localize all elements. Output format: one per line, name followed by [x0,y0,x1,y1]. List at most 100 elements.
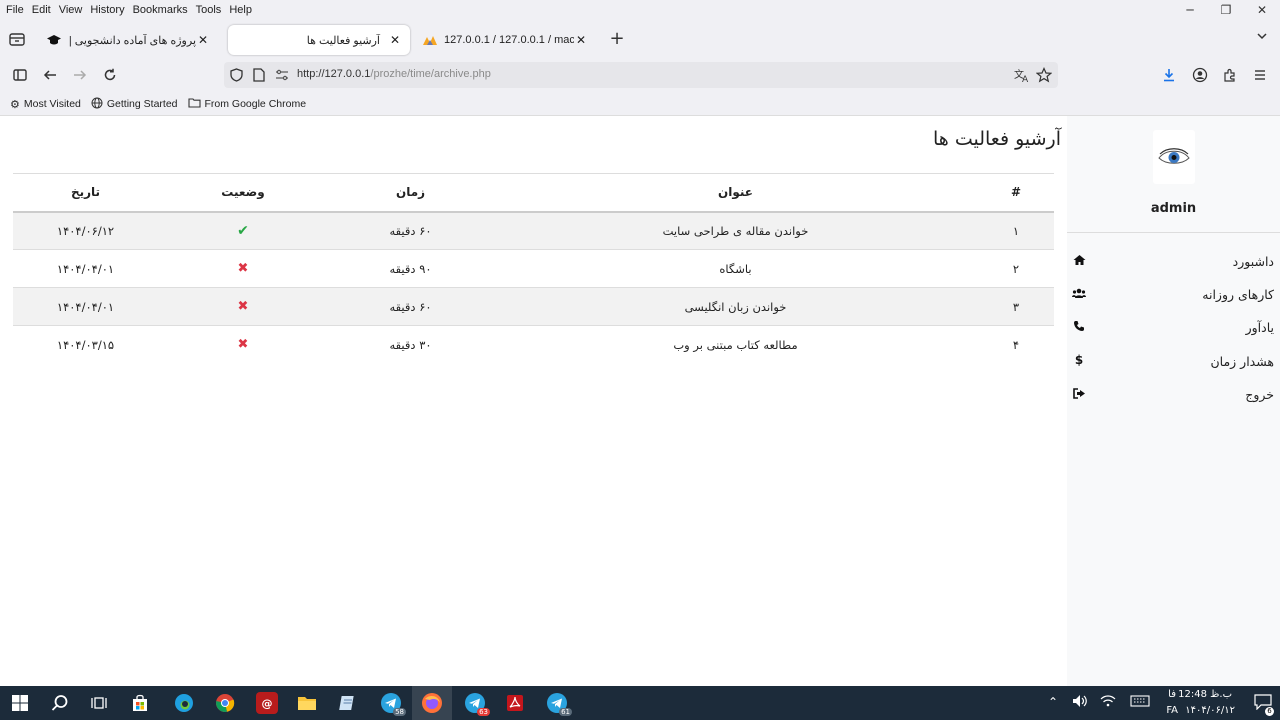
bookmark-star-icon[interactable] [1035,67,1053,86]
menu-help[interactable]: Help [229,4,252,16]
close-window-button[interactable]: ✕ [1244,0,1280,20]
cell-time: ۶۰ دقیقه [328,287,493,326]
account-icon[interactable] [1190,65,1210,85]
extensions-icon[interactable] [1220,65,1240,85]
reload-icon[interactable] [100,65,120,85]
cell-status: ✖ [158,325,328,364]
sidebar-item-time-alert[interactable]: $ هشدار زمان [1067,350,1280,374]
sidebar-item-label: خروج [1245,387,1274,402]
cell-index: ۴ [978,325,1054,364]
menu-bar: File Edit View History Bookmarks Tools H… [0,0,1280,20]
telegram-icon[interactable]: 63 [464,692,490,716]
sidebar-item-dashboard[interactable]: داشبورد [1067,250,1280,274]
edge-icon[interactable] [173,692,195,714]
language-indicator-top[interactable]: فا [1168,689,1176,700]
sidebar-divider [1067,232,1280,233]
telegram-icon[interactable]: 61 [546,692,572,716]
notification-icon[interactable]: 6 [1254,694,1274,716]
language-indicator[interactable]: FA [1166,705,1178,716]
back-icon[interactable] [40,65,60,85]
bookmark-label: Getting Started [106,98,178,110]
menu-tools[interactable]: Tools [196,4,222,16]
clock-time[interactable]: 12:48 ب.ظ [1178,689,1232,700]
downloads-icon[interactable] [1159,65,1179,85]
sidebar-item-logout[interactable]: خروج [1067,383,1280,407]
menu-edit[interactable]: Edit [32,4,51,16]
sidebar-item-label: داشبورد [1232,254,1274,269]
new-tab-button[interactable]: + [606,28,628,50]
taskbar: @ 58 63 61 ⌃ فا FA 12:48 ب.ظ ۱۴۰۴/۰۶/۱۲ … [0,686,1280,720]
url-host: http://127.0.0.1 [297,68,371,80]
folder-icon [187,97,201,111]
menu-history[interactable]: History [90,4,124,16]
cell-date: ۱۴۰۴/۰۴/۰۱ [13,287,158,326]
sign-out-icon [1072,386,1086,400]
windows-start-icon[interactable] [9,692,31,714]
firefox-icon[interactable] [421,692,443,714]
sidebar-item-reminder[interactable]: یادآور [1067,316,1280,340]
tab-close-icon[interactable]: ✕ [196,33,210,47]
chevron-down-icon[interactable] [1256,30,1268,45]
tab-close-icon[interactable]: ✕ [388,33,402,47]
tab-projects[interactable]: پروژه های آماده دانشجویی | دانلو ✕ [38,25,218,55]
volume-icon[interactable] [1072,694,1088,711]
tab-archive[interactable]: آرشیو فعالیت ها ✕ [228,25,410,55]
sidebar-item-label: هشدار زمان [1210,354,1274,369]
task-view-icon[interactable] [88,692,110,714]
store-icon[interactable] [129,692,151,714]
menu-bookmarks[interactable]: Bookmarks [133,4,188,16]
chrome-icon[interactable] [214,692,236,714]
tab-phpmyadmin[interactable]: 127.0.0.1 / 127.0.0.1 / maccess ✕ [414,25,596,55]
bookmarks-bar: ⚙ Most Visited Getting Started From Goog… [0,94,1280,114]
url-bar[interactable]: http://127.0.0.1/prozhe/time/archive.php… [224,62,1058,88]
maximize-button[interactable]: ❐ [1208,0,1244,20]
cell-time: ۶۰ دقیقه [328,211,493,250]
bookmark-getting-started[interactable]: Getting Started [91,97,178,112]
table-row: ۴ مطالعه کتاب مبتنی بر وب ۳۰ دقیقه ✖ ۱۴۰… [13,325,1054,364]
wifi-icon[interactable] [1100,694,1116,711]
bookmark-most-visited[interactable]: ⚙ Most Visited [10,98,81,111]
sidebar: admin داشبورد کارهای روزانه یادآور $ هشد… [1067,116,1280,687]
forward-icon[interactable] [70,65,90,85]
menu-file[interactable]: File [6,4,24,16]
file-explorer-icon[interactable] [296,692,318,714]
permissions-icon[interactable] [275,69,289,84]
keyboard-icon[interactable] [1130,694,1150,711]
chevron-up-icon[interactable]: ⌃ [1048,695,1058,709]
notepad-icon[interactable] [337,692,359,714]
gear-icon: ⚙ [10,98,20,111]
telegram-icon[interactable]: 58 [380,692,406,716]
clock-date[interactable]: ۱۴۰۴/۰۶/۱۲ [1185,705,1235,716]
search-icon[interactable] [49,692,71,714]
bookmark-label: From Google Chrome [204,98,307,110]
header-title: عنوان [493,173,978,213]
home-icon [1072,253,1086,267]
tab-title: پروژه های آماده دانشجویی | دانلو [68,34,196,47]
svg-text:A: A [1022,75,1029,83]
tab-title: 127.0.0.1 / 127.0.0.1 / maccess [444,34,574,46]
cell-index: ۳ [978,287,1054,326]
tab-close-icon[interactable]: ✕ [574,33,588,47]
tab-title: آرشیو فعالیت ها [306,34,380,47]
tab-bar: پروژه های آماده دانشجویی | دانلو ✕ آرشیو… [0,22,1280,58]
cell-title: خواندن مقاله ی طراحی سایت [493,211,978,250]
graduation-cap-icon [46,32,62,48]
cell-index: ۲ [978,249,1054,288]
shield-icon[interactable] [230,68,243,85]
acrobat-icon[interactable] [504,692,526,714]
menu-view[interactable]: View [59,4,83,16]
header-status: وضعیت [158,173,328,213]
list-all-tabs-icon[interactable] [8,30,26,48]
hamburger-menu-icon[interactable] [1250,65,1270,85]
bookmark-from-google-chrome[interactable]: From Google Chrome [187,97,307,111]
translate-icon[interactable]: 文A [1014,67,1030,86]
sidebar-toggle-icon[interactable] [10,65,30,85]
cell-title: خواندن زبان انگلیسی [493,287,978,326]
sidebar-item-daily-tasks[interactable]: کارهای روزانه [1067,283,1280,307]
cross-icon: ✖ [237,299,249,314]
minimize-button[interactable]: ─ [1172,0,1208,20]
cell-status: ✔ [158,211,328,250]
table-row: ۳ خواندن زبان انگلیسی ۶۰ دقیقه ✖ ۱۴۰۴/۰۴… [13,287,1054,326]
page-info-icon[interactable] [253,68,265,85]
app-icon-red[interactable]: @ [256,692,278,714]
